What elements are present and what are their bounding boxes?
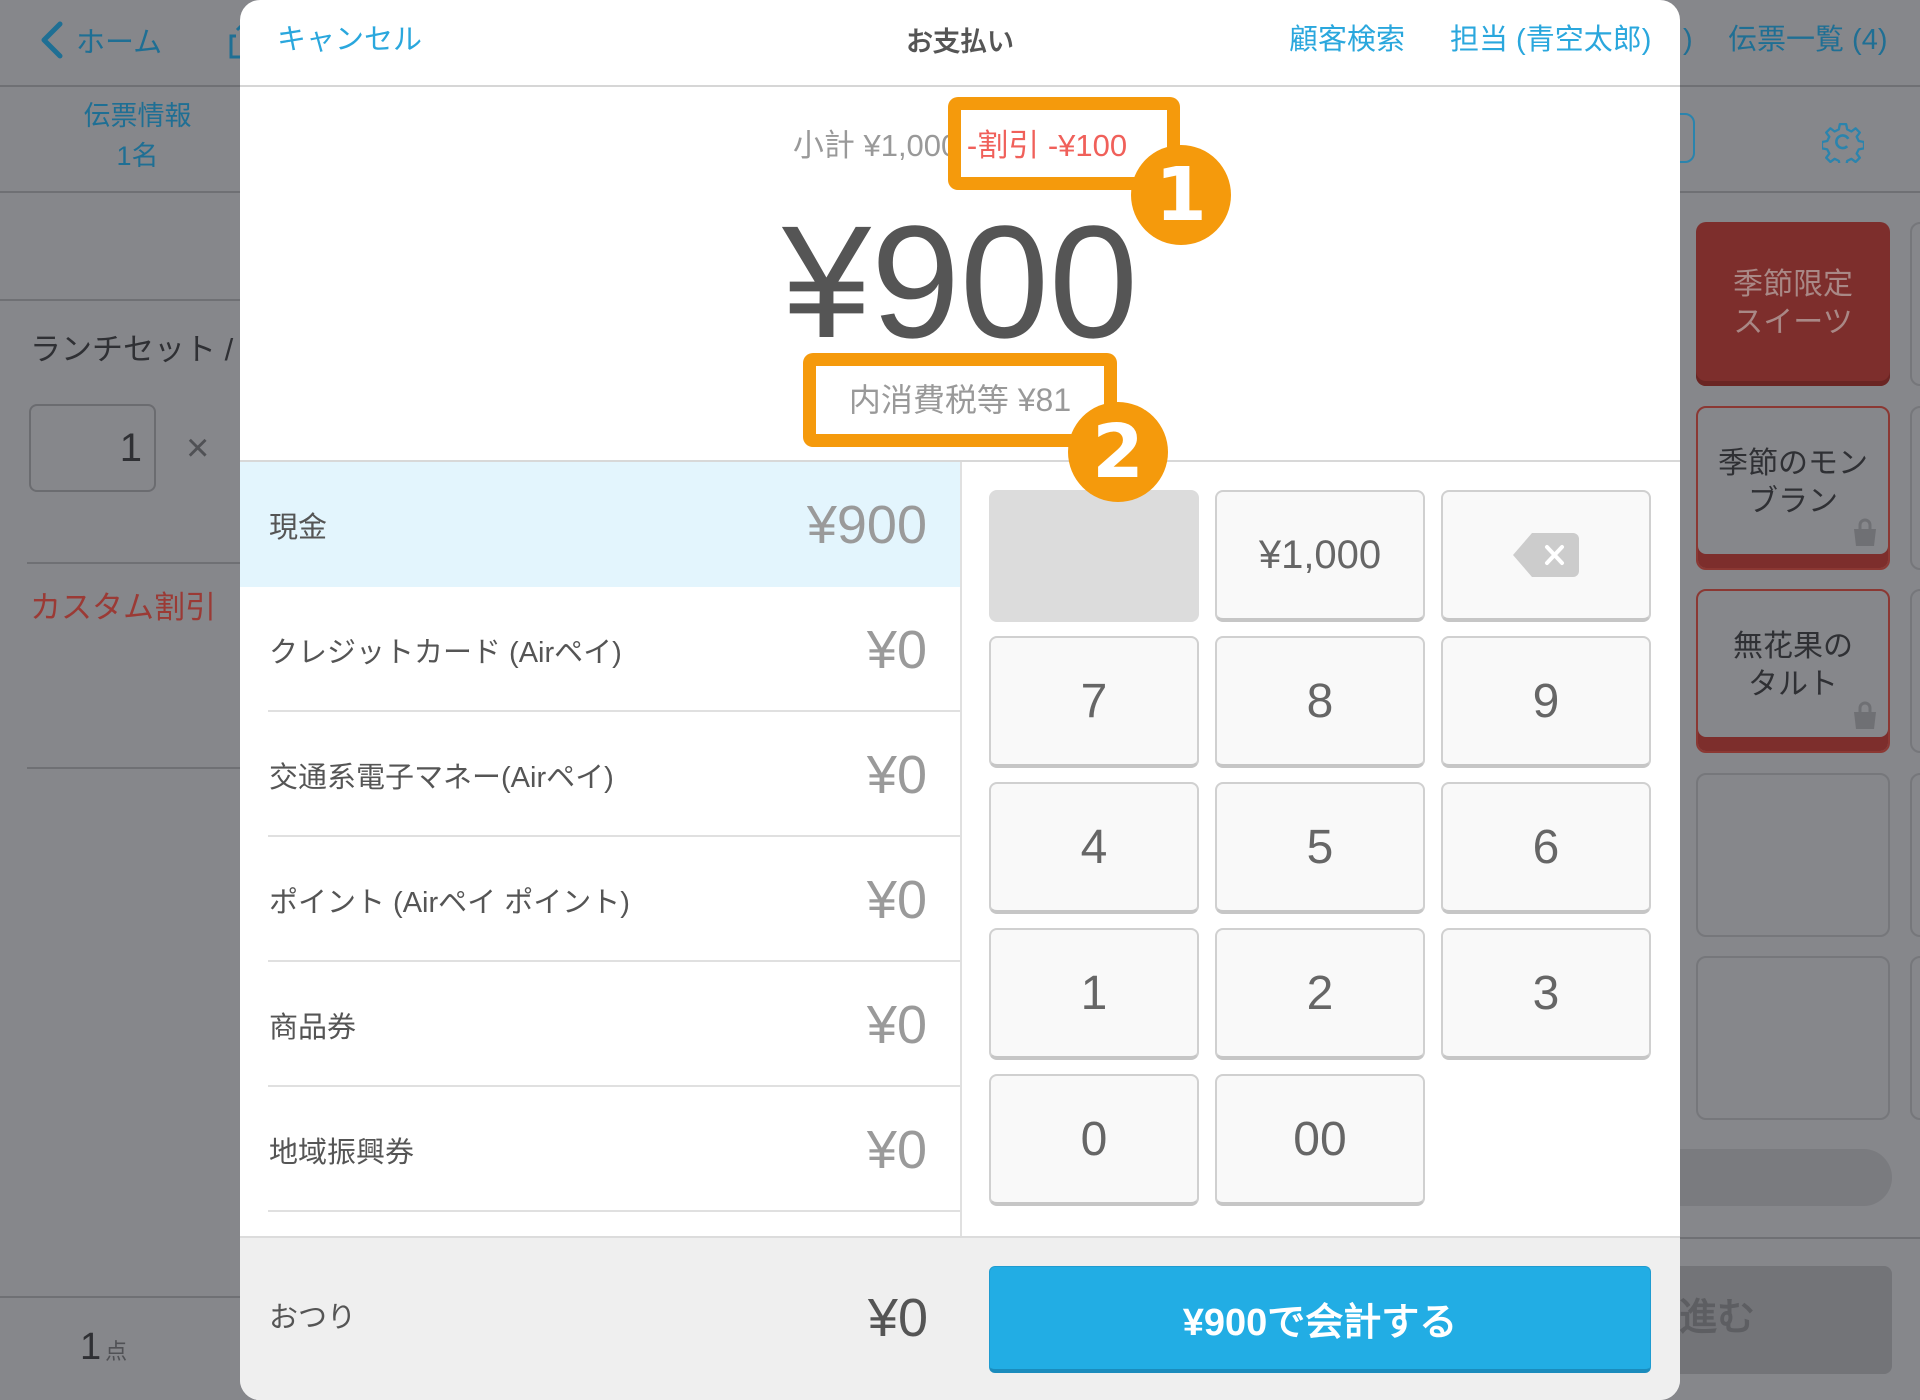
annotation-badge-2: 2: [1068, 402, 1168, 502]
keypad-key-0[interactable]: 0: [989, 1074, 1199, 1206]
payment-method-transit-emoney[interactable]: 交通系電子マネー(Airペイ) ¥0: [240, 712, 960, 837]
payment-method-cash[interactable]: 現金 ¥900: [240, 462, 960, 587]
slip-info-guests: 1名: [116, 141, 159, 171]
payment-method-label: ポイント (Airペイ ポイント): [269, 886, 630, 919]
keypad-key-5[interactable]: 5: [1215, 782, 1425, 914]
annotation-box-2: [803, 353, 1117, 447]
payment-method-label: クレジットカード (Airペイ): [269, 636, 622, 669]
proceed-label: 進む: [1678, 1297, 1755, 1339]
slip-list-link[interactable]: 伝票一覧 (4): [1728, 20, 1888, 60]
menu-empty-tile[interactable]: [1696, 956, 1890, 1120]
gear-icon[interactable]: [1822, 121, 1864, 163]
payment-method-amount: ¥0: [866, 744, 927, 805]
menu-empty-tile[interactable]: [1910, 773, 1920, 937]
payment-method-amount: ¥0: [866, 994, 927, 1055]
customer-search-button[interactable]: 顧客検索: [1289, 20, 1405, 60]
keypad-key-3[interactable]: 3: [1441, 928, 1651, 1060]
menu-item-label: 無花果の タルト: [1733, 630, 1853, 701]
item-count-value: 1: [80, 1326, 102, 1368]
shopping-bag-icon: [1854, 518, 1876, 546]
checkout-button[interactable]: ¥900で会計する: [989, 1266, 1651, 1373]
menu-item-label: 季節のモン ブラン: [1718, 447, 1868, 518]
subtotal-text: 小計 ¥1,000: [792, 128, 959, 163]
payment-method-amount: ¥0: [866, 869, 927, 930]
staff-button[interactable]: 担当 (青空太郎): [1450, 20, 1651, 60]
keypad-key-00[interactable]: 00: [1215, 1074, 1425, 1206]
payment-method-label: 商品券: [269, 1011, 357, 1044]
back-home-label: ホーム: [76, 27, 163, 59]
custom-discount-label[interactable]: カスタム割引: [30, 588, 216, 628]
shopping-bag-icon: [1854, 701, 1876, 729]
menu-item-tile[interactable]: 季節のモン ブラン: [1696, 406, 1890, 570]
keypad-key-1[interactable]: 1: [989, 928, 1199, 1060]
menu-item-tile[interactable]: 無花果の タルト: [1696, 589, 1890, 753]
keypad-blank-key: [989, 490, 1199, 622]
multiply-sign: ×: [186, 426, 210, 470]
header-partial-text: ): [1683, 24, 1693, 56]
item-count-unit: 点: [105, 1339, 128, 1364]
payment-method-amount: ¥0: [866, 619, 927, 680]
keypad-key-2[interactable]: 2: [1215, 928, 1425, 1060]
chevron-left-icon: [41, 21, 63, 59]
payment-method-amount: ¥0: [866, 1119, 927, 1180]
list-keypad-divider: [960, 462, 962, 1236]
slip-info-button[interactable]: 伝票情報 1名: [40, 96, 235, 176]
item-count: 1点: [80, 1327, 127, 1375]
backspace-icon: [1513, 533, 1579, 577]
payment-method-amount: ¥900: [806, 494, 927, 555]
payment-method-credit-card[interactable]: クレジットカード (Airペイ) ¥0: [240, 587, 960, 712]
keypad-key-4[interactable]: 4: [989, 782, 1199, 914]
payment-method-gift-voucher[interactable]: 商品券 ¥0: [240, 962, 960, 1087]
slip-info-title: 伝票情報: [83, 101, 192, 131]
payment-method-regional-voucher[interactable]: 地域振興券 ¥0: [240, 1087, 960, 1212]
modal-header: キャンセル お支払い 顧客検索 担当 (青空太郎): [240, 0, 1680, 87]
keypad-key-8[interactable]: 8: [1215, 636, 1425, 768]
keypad-key-9[interactable]: 9: [1441, 636, 1651, 768]
payment-modal: キャンセル お支払い 顧客検索 担当 (青空太郎) 小計 ¥1,000 -割引 …: [240, 0, 1680, 1400]
keypad-backspace-key[interactable]: [1441, 490, 1651, 622]
numeric-keypad: ¥1,000 7 8 9 4 5 6 1 2 3 0 00: [989, 490, 1651, 1206]
payment-method-label: 交通系電子マネー(Airペイ): [269, 761, 614, 794]
menu-empty-tile[interactable]: [1910, 589, 1920, 753]
menu-empty-tile[interactable]: [1696, 773, 1890, 937]
total-amount: ¥900: [782, 192, 1138, 371]
keypad-key-1000-yen[interactable]: ¥1,000: [1215, 490, 1425, 622]
menu-empty-tile[interactable]: [1910, 406, 1920, 570]
change-amount: ¥0: [867, 1288, 928, 1348]
keypad-key-6[interactable]: 6: [1441, 782, 1651, 914]
keypad-key-7[interactable]: 7: [989, 636, 1199, 768]
payment-method-points[interactable]: ポイント (Airペイ ポイント) ¥0: [240, 837, 960, 962]
change-label: おつり: [269, 1302, 357, 1334]
payment-method-list: 現金 ¥900 クレジットカード (Airペイ) ¥0 交通系電子マネー(Air…: [240, 462, 960, 1236]
back-home-button[interactable]: ホーム: [40, 18, 162, 62]
payment-method-label: 現金: [269, 511, 328, 544]
menu-category-tile[interactable]: 季節限定 スイーツ: [1696, 222, 1890, 386]
order-item-name[interactable]: ランチセット /: [30, 330, 233, 370]
menu-empty-tile[interactable]: [1910, 222, 1920, 386]
quantity-input[interactable]: 1: [29, 404, 156, 492]
modal-footer: おつり ¥0 ¥900で会計する: [240, 1236, 1680, 1400]
annotation-badge-1: 1: [1131, 145, 1231, 245]
menu-empty-tile[interactable]: [1910, 956, 1920, 1120]
payment-method-label: 地域振興券: [269, 1136, 415, 1169]
